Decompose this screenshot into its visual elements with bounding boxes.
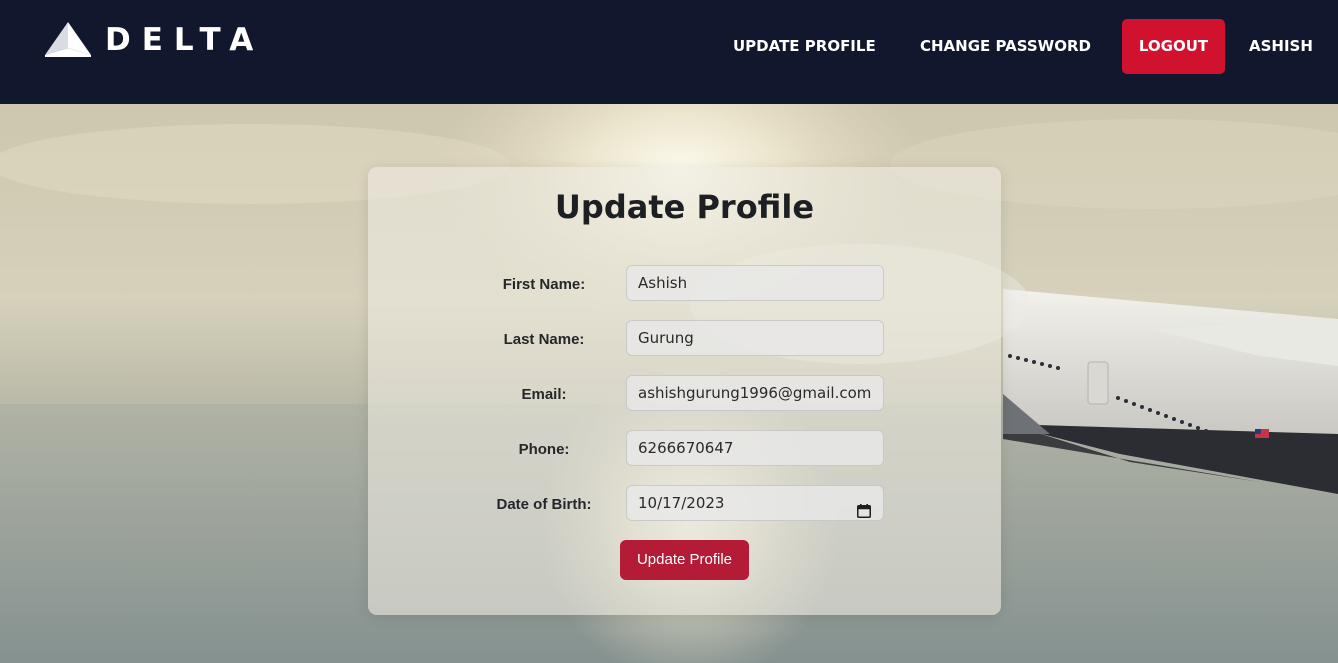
brand-name: DELTA <box>105 22 265 58</box>
last-name-row: Last Name: Gurung <box>368 320 1001 356</box>
last-name-value: Gurung <box>638 329 694 347</box>
update-profile-button[interactable]: Update Profile <box>620 540 749 580</box>
email-value: ashishgurung1996@gmail.com <box>638 384 872 402</box>
phone-input[interactable]: 6266670647 <box>626 430 884 466</box>
page-title: Update Profile <box>554 188 815 226</box>
calendar-icon[interactable] <box>857 496 871 518</box>
first-name-row: First Name: Ashish <box>368 265 1001 301</box>
delta-widget-icon <box>45 22 91 58</box>
dob-value: 10/17/2023 <box>638 494 725 512</box>
dob-row: Date of Birth: 10/17/2023 <box>368 485 1001 521</box>
logout-button[interactable]: LOGOUT <box>1122 19 1225 74</box>
top-navbar: DELTA UPDATE PROFILE CHANGE PASSWORD LOG… <box>0 0 1338 104</box>
last-name-input[interactable]: Gurung <box>626 320 884 356</box>
first-name-input[interactable]: Ashish <box>626 265 884 301</box>
brand-logo[interactable]: DELTA <box>45 22 264 58</box>
phone-row: Phone: 6266670647 <box>368 430 1001 466</box>
update-profile-card: Update Profile First Name: Ashish Last N… <box>368 167 1001 615</box>
email-row: Email: ashishgurung1996@gmail.com <box>368 375 1001 411</box>
email-input[interactable]: ashishgurung1996@gmail.com <box>626 375 884 411</box>
first-name-value: Ashish <box>638 274 688 292</box>
dob-input[interactable]: 10/17/2023 <box>626 485 884 521</box>
nav-update-profile[interactable]: UPDATE PROFILE <box>733 19 876 74</box>
nav-user-name[interactable]: ASHISH <box>1249 19 1313 74</box>
phone-value: 6266670647 <box>638 439 734 457</box>
nav-change-password[interactable]: CHANGE PASSWORD <box>920 19 1091 74</box>
